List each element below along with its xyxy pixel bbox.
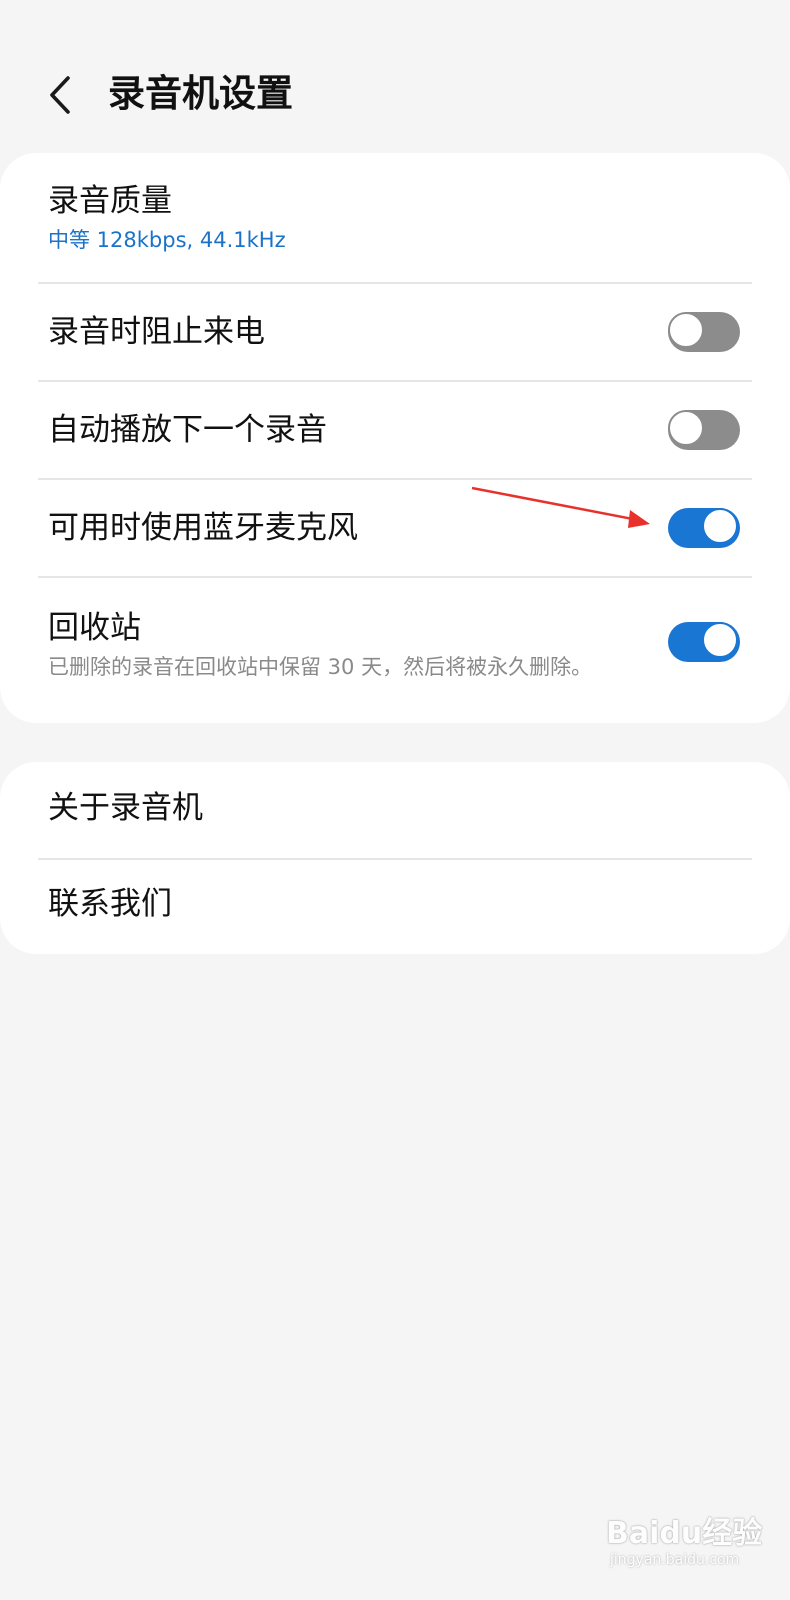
recording-quality-value: 中等 128kbps, 44.1kHz [48,228,286,252]
recording-quality-label: 录音质量 [48,183,172,219]
recycle-bin-toggle[interactable] [668,622,740,662]
page-title: 录音机设置 [108,72,293,115]
toggle-knob [668,410,704,446]
bluetooth-mic-row[interactable]: 可用时使用蓝牙麦克风 [0,480,790,576]
contact-row[interactable]: 联系我们 [0,860,790,954]
bluetooth-mic-label: 可用时使用蓝牙麦克风 [48,510,358,546]
watermark-url: jingyan.baidu.com [610,1552,740,1568]
toggle-knob [702,622,738,658]
toggle-knob [668,312,704,348]
contact-label: 联系我们 [48,886,172,922]
watermark-logo-text: Baidu经验 [606,1516,763,1551]
about-label: 关于录音机 [48,790,203,826]
bluetooth-mic-toggle[interactable] [668,508,740,548]
about-card: 关于录音机 联系我们 [0,762,790,954]
block-calls-label: 录音时阻止来电 [48,314,265,350]
autoplay-next-label: 自动播放下一个录音 [48,412,327,448]
autoplay-next-row[interactable]: 自动播放下一个录音 [0,382,790,478]
recording-quality-row[interactable]: 录音质量 中等 128kbps, 44.1kHz [0,153,790,283]
chevron-left-icon [50,76,70,114]
recycle-bin-row[interactable]: 回收站 已删除的录音在回收站中保留 30 天，然后将被永久删除。 [0,578,790,718]
toggle-knob [702,508,738,544]
autoplay-next-toggle[interactable] [668,410,740,450]
back-button[interactable] [34,64,94,124]
baidu-jingyan-watermark: Baidu经验 jingyan.baidu.com [606,1508,762,1578]
block-calls-row[interactable]: 录音时阻止来电 [0,284,790,380]
recycle-bin-label: 回收站 [48,610,141,646]
block-calls-toggle[interactable] [668,312,740,352]
top-app-bar: 录音机设置 [0,58,790,134]
settings-card: 录音质量 中等 128kbps, 44.1kHz 录音时阻止来电 自动播放下一个… [0,153,790,723]
recycle-bin-description: 已删除的录音在回收站中保留 30 天，然后将被永久删除。 [48,655,593,679]
about-row[interactable]: 关于录音机 [0,762,790,858]
